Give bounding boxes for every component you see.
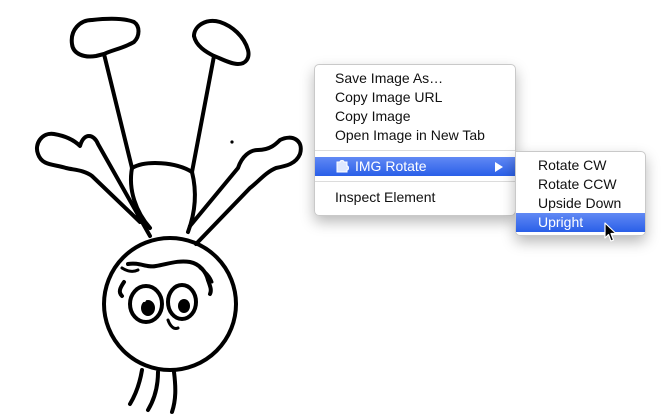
img-rotate-submenu: Rotate CW Rotate CCW Upside Down Upright <box>515 151 646 236</box>
save-image-as-menu-item[interactable]: Save Image As… <box>315 69 515 88</box>
menu-separator <box>315 150 515 151</box>
context-menu: Save Image As… Copy Image URL Copy Image… <box>314 64 516 216</box>
inspect-element-menu-item[interactable]: Inspect Element <box>315 188 515 207</box>
open-image-new-tab-menu-item[interactable]: Open Image in New Tab <box>315 126 515 145</box>
upright-menu-item[interactable]: Upright <box>516 213 645 232</box>
copy-image-url-menu-item[interactable]: Copy Image URL <box>315 88 515 107</box>
submenu-arrow-icon <box>495 162 503 172</box>
rotate-cw-menu-item[interactable]: Rotate CW <box>516 156 645 175</box>
menu-separator <box>315 181 515 182</box>
mouse-pointer-icon <box>604 222 617 242</box>
img-rotate-label: IMG Rotate <box>355 158 427 174</box>
upside-down-menu-item[interactable]: Upside Down <box>516 194 645 213</box>
puzzle-icon <box>336 160 349 173</box>
copy-image-menu-item[interactable]: Copy Image <box>315 107 515 126</box>
rotate-ccw-menu-item[interactable]: Rotate CCW <box>516 175 645 194</box>
img-rotate-menu-item[interactable]: IMG Rotate <box>315 157 515 176</box>
